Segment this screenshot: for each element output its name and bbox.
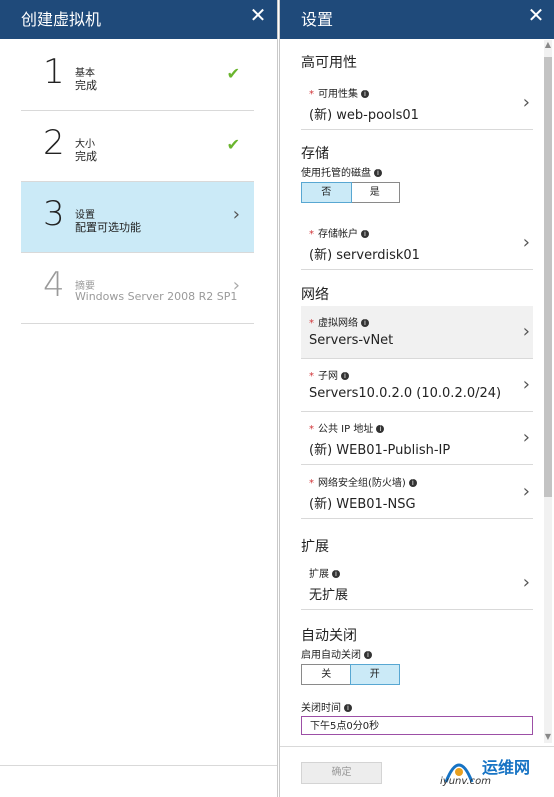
info-icon: i xyxy=(376,425,385,433)
field-label: * 虚拟网络 i xyxy=(309,314,369,329)
section-network: 网络 xyxy=(301,287,329,303)
info-icon: i xyxy=(361,230,369,238)
settings-header: 设置 ✕ xyxy=(280,0,554,39)
field-label: * 公共 IP 地址 i xyxy=(309,420,385,435)
enable-auto-shutdown-label: 启用自动关闭 i xyxy=(301,646,372,661)
storage-account-row[interactable]: * 存储帐户 i (新) serverdisk01 › xyxy=(301,217,533,270)
info-icon: i xyxy=(344,704,352,712)
scrollbar-thumb[interactable] xyxy=(544,57,552,497)
chevron-right-icon: › xyxy=(522,232,530,253)
step-basics[interactable]: 1 基本 完成 ✔ xyxy=(21,40,254,111)
info-icon: i xyxy=(332,570,340,578)
chevron-right-icon: › xyxy=(232,204,240,225)
toggle-off[interactable]: 关 xyxy=(302,665,351,684)
step-status: Windows Server 2008 R2 SP1 xyxy=(75,290,238,303)
create-vm-title: 创建虚拟机 xyxy=(21,10,102,29)
chevron-right-icon: › xyxy=(522,481,530,502)
settings-title: 设置 xyxy=(301,10,334,29)
close-icon[interactable]: ✕ xyxy=(247,3,269,27)
virtual-network-row[interactable]: * 虚拟网络 i Servers-vNet › xyxy=(301,306,533,359)
field-value: Servers10.0.2.0 (10.0.2.0/24) xyxy=(309,386,502,401)
section-storage: 存储 xyxy=(301,146,329,162)
field-label: 扩展 i xyxy=(309,565,340,580)
section-auto-shutdown: 自动关闭 xyxy=(301,628,357,644)
toggle-on[interactable]: 开 xyxy=(349,664,400,685)
nsg-row[interactable]: * 网络安全组(防火墙) i (新) WEB01-NSG › xyxy=(301,466,533,519)
scroll-up-icon[interactable]: ▲ xyxy=(544,40,552,52)
availability-set-row[interactable]: * 可用性集 i (新) web-pools01 › xyxy=(301,77,533,130)
field-value: Servers-vNet xyxy=(309,333,394,348)
subnet-row[interactable]: * 子网 i Servers10.0.2.0 (10.0.2.0/24) › xyxy=(301,359,533,412)
step-summary[interactable]: 4 摘要 Windows Server 2008 R2 SP1 › xyxy=(21,253,254,324)
field-label: * 网络安全组(防火墙) i xyxy=(309,474,417,489)
field-value: (新) serverdisk01 xyxy=(309,248,420,263)
section-extensions: 扩展 xyxy=(301,539,329,555)
info-icon: i xyxy=(361,90,369,98)
step-number: 3 xyxy=(43,194,65,234)
field-value: 无扩展 xyxy=(309,588,349,603)
close-icon[interactable]: ✕ xyxy=(525,3,547,27)
chevron-right-icon: › xyxy=(522,374,530,395)
info-icon: i xyxy=(374,169,382,177)
field-label: * 存储帐户 i xyxy=(309,225,369,240)
scroll-down-icon[interactable]: ▼ xyxy=(544,732,552,744)
step-status: 完成 xyxy=(75,79,97,92)
step-number: 1 xyxy=(43,52,65,92)
settings-blade: 设置 ✕ 高可用性 * 可用性集 i (新) web-pools01 › 存储 使用… xyxy=(279,0,554,797)
chevron-right-icon: › xyxy=(522,321,530,342)
section-high-availability: 高可用性 xyxy=(301,55,357,71)
checkmark-icon: ✔ xyxy=(226,135,240,154)
shutdown-time-label: 关闭时间 i xyxy=(301,699,352,714)
managed-disk-toggle[interactable]: 否 是 xyxy=(301,182,400,203)
field-value: (新) web-pools01 xyxy=(309,108,419,123)
site-watermark: 运维网 iyunv.com xyxy=(440,752,552,796)
toggle-no[interactable]: 否 xyxy=(301,182,352,203)
left-footer-divider xyxy=(0,765,277,766)
field-label: * 可用性集 i xyxy=(309,85,369,100)
step-settings[interactable]: 3 设置 配置可选功能 › xyxy=(21,182,254,253)
info-icon: i xyxy=(364,651,372,659)
chevron-right-icon: › xyxy=(522,92,530,113)
chevron-right-icon: › xyxy=(232,275,240,296)
create-vm-blade: 创建虚拟机 ✕ 1 基本 完成 ✔ 2 大小 完成 ✔ 3 设置 配置可选功能 … xyxy=(0,0,278,797)
chevron-right-icon: › xyxy=(522,572,530,593)
chevron-right-icon: › xyxy=(522,427,530,448)
managed-disk-label: 使用托管的磁盘 i xyxy=(301,164,382,179)
toggle-yes[interactable]: 是 xyxy=(351,183,400,202)
info-icon: i xyxy=(341,372,349,380)
checkmark-icon: ✔ xyxy=(226,64,240,83)
ok-button[interactable]: 确定 xyxy=(301,762,382,784)
field-label: * 子网 i xyxy=(309,367,349,382)
watermark-url: iyunv.com xyxy=(440,776,492,787)
shutdown-time-input[interactable]: 下午5点0分0秒 xyxy=(301,716,533,735)
create-vm-header: 创建虚拟机 ✕ xyxy=(0,0,277,39)
footer-divider xyxy=(280,746,554,747)
watermark-text: 运维网 xyxy=(482,758,531,777)
info-icon: i xyxy=(408,479,417,487)
step-size[interactable]: 2 大小 完成 ✔ xyxy=(21,111,254,182)
public-ip-row[interactable]: * 公共 IP 地址 i (新) WEB01-Publish-IP › xyxy=(301,412,533,465)
step-number: 4 xyxy=(43,265,65,305)
info-icon: i xyxy=(361,319,369,327)
step-status: 配置可选功能 xyxy=(75,221,141,234)
step-number: 2 xyxy=(43,123,65,163)
auto-shutdown-toggle[interactable]: 关 开 xyxy=(301,664,400,685)
field-value: (新) WEB01-NSG xyxy=(309,497,416,512)
field-value: (新) WEB01-Publish-IP xyxy=(309,443,451,458)
step-status: 完成 xyxy=(75,150,97,163)
extensions-row[interactable]: 扩展 i 无扩展 › xyxy=(301,557,533,610)
